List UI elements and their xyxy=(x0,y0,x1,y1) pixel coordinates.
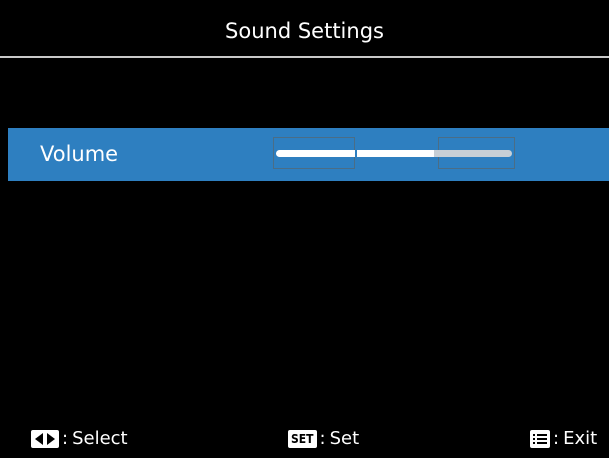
hint-label: Set xyxy=(329,428,360,449)
button-guide: : Select SET : Set : Exit xyxy=(0,428,609,454)
page-title: Sound Settings xyxy=(225,19,384,43)
hint-set: SET : Set xyxy=(288,428,359,450)
slider-tick xyxy=(355,149,357,158)
hint-exit: : Exit xyxy=(530,428,597,450)
hint-separator: : xyxy=(319,428,326,449)
set-button-icon: SET xyxy=(288,430,317,448)
menu-list-icon xyxy=(530,430,550,448)
hint-separator: : xyxy=(553,428,560,449)
header-divider xyxy=(0,56,609,58)
menu-item-label: Volume xyxy=(40,142,119,166)
hint-select: : Select xyxy=(31,428,128,450)
left-right-arrows-icon xyxy=(31,430,59,448)
hint-label: Select xyxy=(72,428,128,449)
menu-item-volume[interactable]: Volume xyxy=(8,128,609,181)
volume-slider[interactable] xyxy=(273,137,515,170)
hint-separator: : xyxy=(62,428,69,449)
slider-track xyxy=(276,150,512,157)
hint-label: Exit xyxy=(563,428,598,449)
title-bar: Sound Settings xyxy=(0,0,609,55)
